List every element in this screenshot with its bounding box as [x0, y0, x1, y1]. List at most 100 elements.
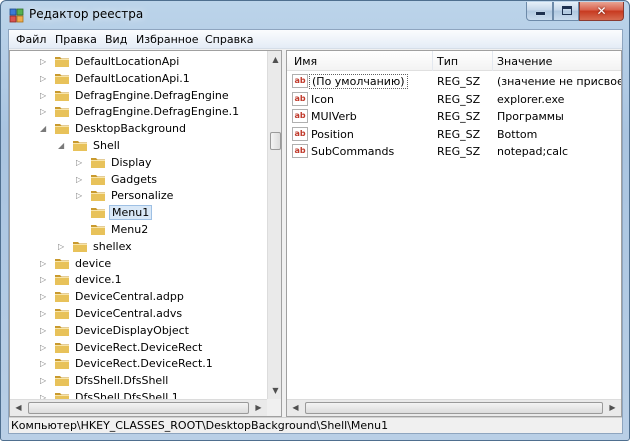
tree-horizontal-scroll-thumb[interactable]: [28, 402, 249, 414]
tree-item[interactable]: ▷ DefragEngine.DefragEngine: [10, 87, 268, 104]
tree-item[interactable]: ▷ device: [10, 255, 268, 272]
expand-arrow-icon[interactable]: ▷: [40, 358, 49, 369]
scroll-up-arrow-icon[interactable]: ▲: [268, 51, 281, 68]
scroll-left-arrow-icon[interactable]: ◀: [287, 400, 304, 416]
value-data: Программы: [497, 110, 564, 123]
column-divider[interactable]: [492, 51, 493, 71]
expand-arrow-icon[interactable]: ▷: [40, 375, 49, 386]
value-row[interactable]: ab MUIVerb REG_SZ Программы: [287, 108, 621, 125]
expand-arrow-icon[interactable]: ▷: [40, 106, 49, 117]
tree-item[interactable]: ▷ DfsShell.DfsShell: [10, 372, 268, 389]
tree-item-label: DefragEngine.DefragEngine.1: [75, 105, 240, 119]
minimize-button[interactable]: [526, 2, 553, 21]
tree-item[interactable]: ▷ DeviceRect.DeviceRect: [10, 339, 268, 356]
tree-item[interactable]: ▷ DeviceCentral.adpp: [10, 288, 268, 305]
expand-arrow-icon[interactable]: ▷: [40, 342, 49, 353]
scroll-right-arrow-icon[interactable]: ▶: [250, 400, 267, 416]
tree-item-label: DeviceCentral.adpp: [75, 290, 184, 304]
menu-bar: Файл Правка Вид Избранное Справка: [9, 30, 622, 49]
expand-arrow-icon[interactable]: ▷: [58, 241, 67, 252]
key-tree[interactable]: ▷ DefaultLocationApi ▷ DefaultLocationApi.1…: [9, 50, 282, 417]
tree-item[interactable]: ▷ DeviceCentral.advs: [10, 305, 268, 322]
value-name: MUIVerb: [311, 110, 357, 123]
scroll-right-arrow-icon[interactable]: ▶: [604, 400, 621, 416]
tree-item[interactable]: ▷ Display: [10, 154, 268, 171]
expand-arrow-icon[interactable]: ▷: [40, 90, 49, 101]
column-name-header[interactable]: Имя: [294, 55, 317, 68]
value-row[interactable]: ab Position REG_SZ Bottom: [287, 126, 621, 143]
close-icon: ✕: [596, 4, 607, 18]
tree-item-label: device: [75, 256, 112, 270]
tree-item[interactable]: ◢ DesktopBackground: [10, 120, 268, 137]
expand-arrow-icon[interactable]: ▷: [40, 274, 49, 285]
value-row[interactable]: ab Icon REG_SZ explorer.exe: [287, 91, 621, 108]
scroll-left-arrow-icon[interactable]: ◀: [10, 400, 27, 416]
menu-favorites[interactable]: Избранное: [136, 33, 198, 46]
collapse-arrow-icon[interactable]: ◢: [58, 140, 67, 151]
window-title: Редактор реестра: [29, 7, 144, 21]
values-horizontal-scroll-thumb[interactable]: [305, 402, 603, 414]
expand-arrow-icon[interactable]: ▷: [76, 157, 85, 168]
menu-file[interactable]: Файл: [16, 33, 46, 46]
value-name: Position: [311, 127, 354, 141]
tree-item-label: shellex: [93, 239, 132, 253]
menu-help[interactable]: Справка: [205, 33, 253, 46]
expand-arrow-icon[interactable]: ▷: [76, 190, 85, 201]
tree-item[interactable]: ▷ DefaultLocationApi: [10, 53, 268, 70]
expand-arrow-icon[interactable]: ▷: [40, 308, 49, 319]
expand-arrow-icon[interactable]: ▷: [40, 56, 49, 67]
string-value-icon: ab: [292, 74, 308, 88]
expand-arrow-icon[interactable]: ▷: [40, 291, 49, 302]
tree-item[interactable]: ▷ DefaultLocationApi.1: [10, 70, 268, 87]
menu-view[interactable]: Вид: [105, 33, 127, 46]
column-divider[interactable]: [432, 51, 433, 71]
close-button[interactable]: ✕: [579, 2, 624, 21]
column-value-header[interactable]: Значение: [497, 55, 552, 68]
tree-item[interactable]: Menu1: [10, 204, 268, 221]
tree-item-label: DeviceRect.DeviceRect.1: [75, 357, 213, 371]
tree-item[interactable]: ▷ Personalize: [10, 187, 268, 204]
value-name: Icon: [311, 92, 334, 106]
expand-arrow-icon[interactable]: ▷: [40, 325, 49, 336]
tree-item-label: Menu1: [109, 205, 153, 221]
folder-icon: [55, 275, 69, 286]
tree-item[interactable]: ▷ device.1: [10, 271, 268, 288]
tree-item-label: Shell: [93, 139, 120, 152]
tree-item[interactable]: ▷ shellex: [10, 238, 268, 255]
value-row[interactable]: ab (По умолчанию) REG_SZ (значение не присв…: [287, 73, 621, 90]
maximize-button[interactable]: [553, 2, 579, 21]
value-data: (значение не присвоено): [497, 75, 621, 88]
status-bar: Компьютер\HKEY_CLASSES_ROOT\DesktopBackg…: [9, 417, 622, 433]
value-row[interactable]: ab SubCommands REG_SZ notepad;calc: [287, 143, 621, 160]
folder-icon: [55, 292, 69, 303]
column-type-header[interactable]: Тип: [437, 55, 458, 68]
tree-horizontal-scrollbar[interactable]: ◀ ▶: [10, 399, 267, 416]
expand-arrow-icon[interactable]: ▷: [40, 258, 49, 269]
tree-item[interactable]: ▷ Gadgets: [10, 171, 268, 188]
value-type: REG_SZ: [437, 145, 481, 158]
folder-icon: [55, 90, 69, 101]
tree-item-label: Gadgets: [111, 172, 158, 186]
tree-item[interactable]: ◢ Shell: [10, 137, 268, 154]
values-horizontal-scrollbar[interactable]: ◀ ▶: [287, 399, 621, 416]
title-bar[interactable]: Редактор реестра ✕: [1, 1, 629, 29]
expand-arrow-icon[interactable]: ▷: [76, 174, 85, 185]
collapse-arrow-icon[interactable]: ◢: [40, 123, 49, 134]
values-list[interactable]: Имя Тип Значение ab (По умолчанию) REG_SZ(…: [286, 50, 622, 417]
tree-item-label: DefaultLocationApi.1: [75, 71, 190, 85]
open-folder-icon: [91, 208, 105, 219]
scroll-down-arrow-icon[interactable]: ▼: [268, 382, 281, 399]
expand-arrow-icon[interactable]: ▷: [40, 73, 49, 84]
tree-item-label: device.1: [75, 273, 122, 287]
menu-edit[interactable]: Правка: [55, 33, 97, 46]
folder-icon: [91, 174, 105, 185]
tree-vertical-scroll-thumb[interactable]: [270, 132, 281, 150]
tree-vertical-scrollbar[interactable]: ▲ ▼: [267, 51, 281, 399]
tree-item-label: DeviceRect.DeviceRect: [75, 340, 203, 354]
tree-item[interactable]: ▷ DeviceDisplayObject: [10, 322, 268, 339]
tree-item[interactable]: ▷ DefragEngine.DefragEngine.1: [10, 103, 268, 120]
status-path: Компьютер\HKEY_CLASSES_ROOT\DesktopBackg…: [11, 419, 389, 432]
tree-item[interactable]: ▷ DeviceRect.DeviceRect.1: [10, 355, 268, 372]
tree-item-label: DeviceDisplayObject: [75, 323, 189, 337]
tree-item[interactable]: Menu2: [10, 221, 268, 238]
